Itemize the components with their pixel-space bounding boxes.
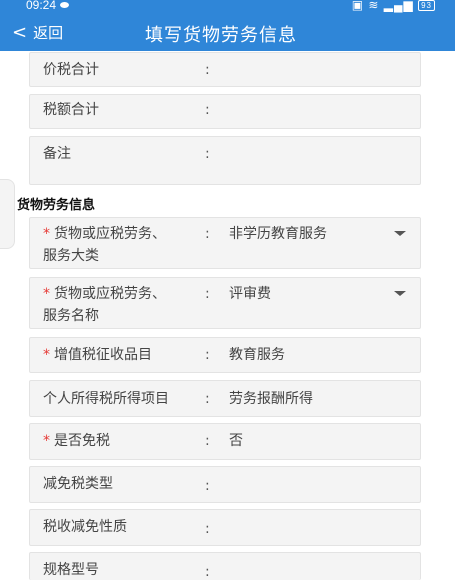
field-colon: : (205, 521, 210, 537)
field-label-text: 是否免税 (54, 433, 110, 449)
field-label: 规格型号 (43, 562, 99, 578)
back-label: 返回 (33, 24, 64, 42)
field-colon: : (205, 226, 210, 242)
wifi-icon: ≋ (368, 0, 380, 12)
battery-level: 93 (421, 1, 432, 10)
field-label: 税收减免性质 (43, 519, 127, 535)
field-income-tax-item[interactable]: 个人所得税所得项目 : 劳务报酬所得 (29, 380, 421, 417)
field-goods-service-category[interactable]: * 货物或应税劳务、 服务大类 : 非学历教育服务 (29, 217, 421, 269)
required-mark: * (43, 433, 50, 449)
field-value: 劳务报酬所得 (229, 391, 313, 407)
field-colon: : (205, 564, 210, 580)
notification-icon (60, 2, 70, 8)
field-label: * 增值税征收品目 (43, 344, 152, 366)
field-remarks[interactable]: 备注 : (29, 136, 421, 185)
required-mark: * (43, 226, 50, 242)
back-button[interactable]: < 返回 (12, 22, 63, 43)
signal-icon: ▂▄▆ (383, 0, 414, 12)
field-vat-item[interactable]: * 增值税征收品目 : 教育服务 (29, 337, 421, 373)
field-label: * 货物或应税劳务、 服务名称 (43, 283, 166, 327)
field-label-line1: 货物或应税劳务、 (54, 226, 166, 242)
field-tax-total[interactable]: 税额合计 : (29, 94, 421, 129)
battery-icon: 93 (418, 0, 435, 11)
field-colon: : (205, 433, 210, 449)
page-title: 填写货物劳务信息 (145, 25, 297, 46)
status-time-text: 09:24 (26, 0, 57, 12)
field-colon: : (205, 286, 210, 302)
side-drawer-handle[interactable] (0, 179, 15, 249)
field-reduction-type[interactable]: 减免税类型 : (29, 466, 421, 503)
required-mark: * (43, 347, 50, 363)
field-total-amount[interactable]: 价税合计 : (29, 52, 421, 87)
section-title: 货物劳务信息 (17, 198, 96, 213)
field-label: 减免税类型 (43, 476, 113, 492)
field-label-line1: 货物或应税劳务、 (54, 286, 166, 302)
field-colon: : (205, 478, 210, 494)
status-bar: 09:24 ▣ ≋ ▂▄▆ 93 (0, 0, 455, 14)
field-reduction-nature[interactable]: 税收减免性质 : (29, 509, 421, 546)
field-label: * 是否免税 (43, 430, 110, 452)
field-value: 非学历教育服务 (229, 226, 327, 242)
field-label-line2: 服务大类 (43, 248, 99, 264)
chevron-down-icon[interactable] (394, 291, 406, 296)
nav-bar: < 返回 填写货物劳务信息 (0, 14, 455, 51)
field-colon: : (205, 146, 210, 162)
field-value: 教育服务 (229, 347, 285, 363)
field-colon: : (205, 347, 210, 363)
field-colon: : (205, 102, 210, 118)
required-mark: * (43, 286, 50, 302)
field-colon: : (205, 391, 210, 407)
field-value: 评审费 (229, 286, 271, 302)
field-colon: : (205, 62, 210, 78)
field-label: 税额合计 (43, 102, 99, 118)
chevron-down-icon[interactable] (394, 231, 406, 236)
chevron-left-icon: < (12, 21, 28, 43)
field-label: 备注 (43, 146, 71, 162)
field-label-line2: 服务名称 (43, 308, 99, 324)
status-time: 09:24 (26, 0, 70, 12)
nfc-icon: ▣ (351, 0, 365, 12)
field-label: 个人所得税所得项目 (43, 391, 169, 407)
field-goods-service-name[interactable]: * 货物或应税劳务、 服务名称 : 评审费 (29, 277, 421, 329)
field-spec-model[interactable]: 规格型号 : (29, 552, 421, 580)
field-label-text: 增值税征收品目 (54, 347, 152, 363)
field-label: 价税合计 (43, 62, 99, 78)
field-tax-exempt[interactable]: * 是否免税 : 否 (29, 423, 421, 460)
status-icons: ▣ ≋ ▂▄▆ 93 (352, 0, 435, 12)
field-value: 否 (229, 433, 243, 449)
field-label: * 货物或应税劳务、 服务大类 (43, 223, 166, 267)
